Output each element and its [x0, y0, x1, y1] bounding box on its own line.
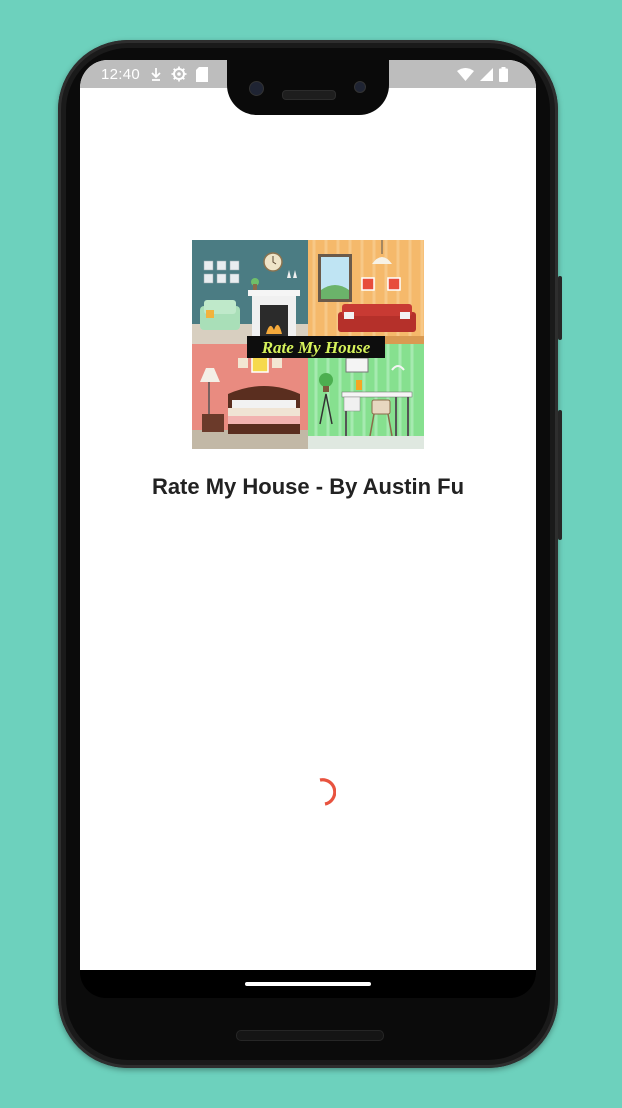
loading-spinner-icon	[319, 778, 336, 806]
camera-notch	[227, 60, 389, 115]
app-screen: 12:40 Rate My House Rate My House - By A…	[80, 60, 536, 970]
volume-button	[558, 410, 562, 540]
power-button	[558, 276, 562, 340]
logo-wordmark: Rate My House	[261, 338, 371, 357]
app-logo: Rate My House	[192, 240, 424, 449]
app-title: Rate My House - By Austin Fu	[151, 474, 465, 499]
earpiece-speaker	[282, 90, 336, 100]
front-camera-right	[354, 81, 366, 93]
download-icon	[151, 68, 161, 81]
settings-icon	[171, 66, 187, 82]
sd-card-icon	[196, 66, 208, 82]
status-time: 12:40	[101, 66, 141, 83]
cellular-signal-icon	[480, 68, 493, 81]
wifi-icon	[457, 68, 474, 81]
home-gesture-pill[interactable]	[245, 982, 371, 986]
battery-icon	[499, 67, 508, 82]
bottom-speaker	[236, 1030, 384, 1041]
front-camera-left	[249, 81, 264, 96]
navigation-bar	[80, 970, 536, 998]
